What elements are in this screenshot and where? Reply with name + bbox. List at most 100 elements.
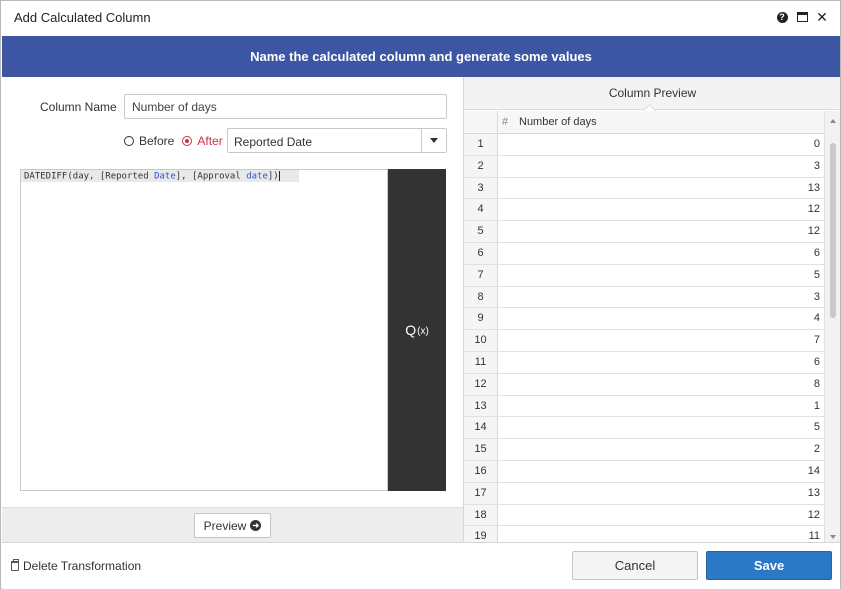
cell-value: 3 (813, 290, 820, 303)
scroll-thumb[interactable] (830, 143, 836, 318)
delete-transformation-label: Delete Transformation (23, 559, 142, 573)
cell-value: 14 (807, 464, 820, 477)
trash-icon (11, 559, 19, 571)
table-row: 11 6 (464, 351, 824, 374)
table-row: 16 14 (464, 460, 824, 483)
function-button-label: Q (405, 322, 417, 338)
table-row: 18 12 (464, 504, 824, 527)
column-preview-panel: Column Preview # Number of days 1 0 2 3 3 13 4… (463, 77, 840, 542)
row-number: 16 (464, 460, 498, 482)
cell-value: 0 (813, 138, 820, 150)
table-row: 14 5 (464, 417, 824, 440)
row-number: 15 (464, 439, 498, 460)
expression-close: ]) (267, 171, 279, 182)
expression-arg1-keyword: Date (154, 171, 176, 182)
dialog-title: Add Calculated Column (14, 10, 151, 25)
row-number: 1 (464, 134, 498, 155)
radio-before[interactable]: Before (124, 134, 174, 148)
cell-value: 8 (813, 377, 820, 390)
table-row: 23 (464, 155, 824, 178)
table-row: 15 2 (464, 439, 824, 461)
expression-arg2: ], [Approval (175, 171, 247, 182)
cell-value: 11 (808, 530, 820, 542)
cell-value: 5 (813, 268, 820, 281)
preview-button-label: Preview (203, 518, 247, 533)
help-icon: ? (776, 11, 788, 23)
delete-transformation-link[interactable]: Delete Transformation (11, 559, 141, 573)
table-row: 3 13 (464, 177, 824, 200)
row-number: 18 (464, 504, 498, 526)
column-name-label: Column Name (40, 100, 117, 114)
table-row: 17 13 (464, 482, 824, 505)
row-number: 7 (464, 264, 498, 286)
column-name-input[interactable] (124, 94, 447, 119)
cell-value: 7 (813, 334, 820, 347)
table-row: 4 12 (464, 199, 824, 222)
function-button-sub: (x) (417, 325, 429, 337)
table-row: 83 (464, 286, 824, 309)
row-number: 10 (464, 330, 498, 351)
reference-column-select[interactable]: Reported Date (227, 128, 447, 153)
expression-arg2-keyword: date (246, 171, 268, 182)
row-number: 13 (464, 395, 498, 417)
cancel-button[interactable]: Cancel (572, 551, 698, 580)
save-button[interactable]: Save (706, 551, 832, 580)
cell-value: 13 (807, 486, 820, 499)
row-number: 2 (464, 155, 498, 177)
row-number: 17 (464, 482, 498, 504)
row-number: 3 (464, 177, 498, 199)
close-icon: ✕ (816, 9, 828, 25)
hash-icon: # (502, 116, 509, 128)
radio-after-label: After (197, 134, 223, 148)
row-number: 14 (464, 417, 498, 439)
title-bar: Add Calculated Column ? ✕ (1, 1, 840, 35)
left-panel-footer: Preview ➜ (2, 507, 463, 542)
position-radio-group: Before After (124, 134, 231, 148)
expression-arg1: (day, [Reported (67, 171, 155, 182)
preview-grid-header: # Number of days (464, 111, 824, 134)
add-calculated-column-dialog: Add Calculated Column ? ✕ Name the calcu… (0, 0, 841, 589)
chevron-down-icon[interactable] (421, 129, 446, 152)
column-header[interactable]: Number of days (519, 116, 597, 128)
cell-value: 3 (813, 159, 820, 172)
expression-code: DATEDIFF(day, [Reported Date], [Approval… (24, 171, 280, 182)
row-number: 12 (464, 373, 498, 395)
table-row: 10 7 (464, 330, 824, 352)
scroll-up-icon[interactable] (830, 119, 836, 123)
preview-scrollbar[interactable] (824, 111, 840, 542)
help-button[interactable]: ? (776, 10, 788, 24)
table-row: 75 (464, 264, 824, 287)
expression-function: DATEDIFF (24, 171, 68, 182)
row-number-header (464, 111, 498, 134)
cell-value: 6 (813, 355, 820, 368)
cell-value: 5 (813, 421, 820, 434)
row-number: 9 (464, 308, 498, 330)
row-number: 6 (464, 242, 498, 264)
cell-value: 6 (813, 246, 820, 259)
maximize-button[interactable] (796, 10, 808, 24)
dialog-footer: Delete Transformation Cancel Save (2, 542, 840, 589)
expression-editor[interactable]: DATEDIFF(day, [Reported Date], [Approval… (20, 169, 388, 491)
table-row: 13 1 (464, 395, 824, 418)
function-builder-button[interactable]: Q (x) (388, 169, 446, 491)
radio-after[interactable]: After (182, 134, 223, 148)
window-controls: ? ✕ (776, 10, 828, 24)
cell-value: 12 (807, 508, 820, 521)
cell-value: 4 (813, 312, 820, 325)
table-row: 94 (464, 308, 824, 331)
maximize-icon (796, 12, 808, 22)
scroll-down-icon[interactable] (830, 535, 836, 539)
close-button[interactable]: ✕ (816, 10, 828, 24)
cell-value: 13 (807, 181, 820, 194)
radio-before-indicator (124, 136, 134, 146)
reference-column-value: Reported Date (234, 135, 313, 149)
row-number: 5 (464, 221, 498, 242)
table-row: 12 8 (464, 373, 824, 396)
radio-after-indicator (182, 136, 193, 146)
table-row: 66 (464, 242, 824, 265)
column-definition-panel: Column Name Before After Reported Date D… (2, 77, 463, 542)
cell-value: 1 (813, 399, 820, 412)
row-number: 8 (464, 286, 498, 308)
preview-button[interactable]: Preview ➜ (194, 513, 271, 538)
table-row: 5 12 (464, 221, 824, 243)
